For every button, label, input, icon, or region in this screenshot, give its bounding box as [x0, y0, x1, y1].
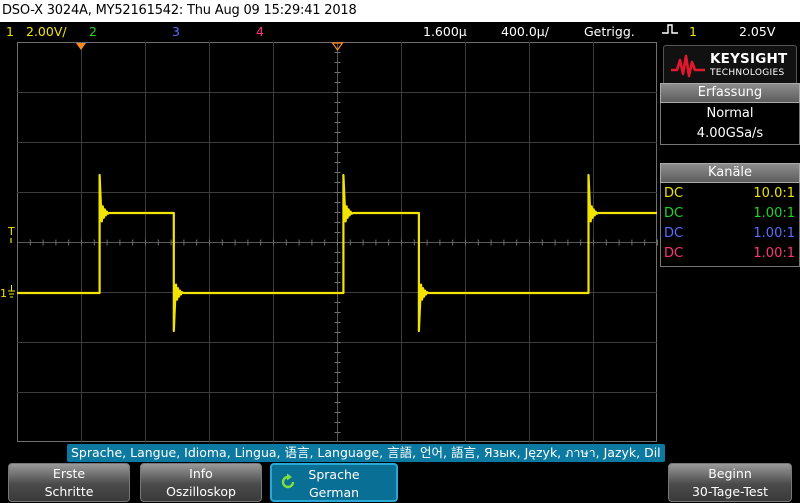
channels-header[interactable]: Kanäle	[660, 163, 800, 183]
trigger-source[interactable]: 1	[689, 22, 697, 42]
getting-started-button[interactable]: Erste Schritte	[8, 463, 130, 502]
channel-coupling: DC	[664, 246, 684, 261]
waveform-display[interactable]: T1	[0, 42, 660, 443]
channel-row[interactable]: DC 1.00:1	[661, 224, 799, 244]
channel-coupling: DC	[664, 186, 684, 201]
acquisition-header[interactable]: Erfassung	[660, 83, 800, 103]
softkey-label: Schritte	[44, 484, 94, 499]
channel-probe: 10.0:1	[753, 186, 795, 201]
graticule: T1	[0, 42, 658, 443]
softkey-bar: Erste Schritte Info Oszilloskop Sprache …	[0, 462, 800, 503]
channel-1-ground-marker: 1	[0, 287, 7, 300]
trigger-level-marker: T	[7, 225, 15, 238]
channel-row[interactable]: DC 1.00:1	[661, 244, 799, 264]
start-trial-button[interactable]: Beginn 30-Tage-Test	[668, 463, 792, 502]
time-delay[interactable]: 1.600µ	[423, 22, 467, 42]
channel-probe: 1.00:1	[753, 206, 795, 221]
channel-1-scale[interactable]: 2.00V/	[26, 22, 67, 42]
ground-icon	[8, 285, 15, 298]
channel-row[interactable]: DC 1.00:1	[661, 204, 799, 224]
trigger-state: Getrigg.	[584, 24, 635, 39]
softkey-label: Info	[189, 466, 213, 481]
status-bar: 1 2.00V/ 2 3 4 1.600µ 400.0µ/ Getrigg. 1…	[0, 22, 800, 42]
softkey-label: Oszilloskop	[166, 484, 236, 499]
channel-probe: 1.00:1	[753, 226, 795, 241]
channel-1-number[interactable]: 1	[6, 22, 14, 42]
language-list: Sprache, Langue, Idioma, Lingua, 语言, Lan…	[67, 444, 665, 462]
sample-rate: 4.00GSa/s	[696, 126, 764, 141]
logo-subtitle: TECHNOLOGIES	[710, 68, 785, 78]
trigger-level[interactable]: 2.05V	[739, 22, 775, 42]
window-title: DSO-X 3024A, MY52161542: Thu Aug 09 15:2…	[0, 0, 800, 22]
channel-row[interactable]: DC 10.0:1	[661, 184, 799, 204]
refresh-icon	[279, 473, 297, 496]
keysight-wave-icon	[671, 54, 705, 78]
trigger-position-marker	[76, 43, 86, 50]
scope-info-button[interactable]: Info Oszilloskop	[140, 463, 262, 502]
side-panel: KEYSIGHT TECHNOLOGIES Erfassung Normal 4…	[660, 42, 800, 442]
channel-coupling: DC	[664, 206, 684, 221]
acquisition-mode: Normal	[706, 106, 754, 121]
channel-coupling: DC	[664, 226, 684, 241]
softkey-label: 30-Tage-Test	[691, 484, 769, 499]
language-button[interactable]: Sprache German	[270, 463, 398, 502]
logo-brand: KEYSIGHT	[710, 51, 788, 67]
time-scale[interactable]: 400.0µ/	[501, 22, 549, 42]
channel-probe: 1.00:1	[753, 246, 795, 261]
softkey-label: Beginn	[708, 466, 752, 481]
channels-panel: DC 10.0:1 DC 1.00:1 DC 1.00:1 DC 1.00:1	[660, 183, 800, 267]
keysight-logo: KEYSIGHT TECHNOLOGIES	[663, 45, 797, 85]
channel-3-number[interactable]: 3	[172, 22, 180, 42]
acquisition-panel: Normal 4.00GSa/s	[660, 103, 800, 145]
trigger-edge-icon	[662, 22, 678, 42]
channel-2-number[interactable]: 2	[89, 22, 97, 42]
softkey-label: Erste	[52, 466, 86, 481]
channel-4-number[interactable]: 4	[256, 22, 264, 42]
